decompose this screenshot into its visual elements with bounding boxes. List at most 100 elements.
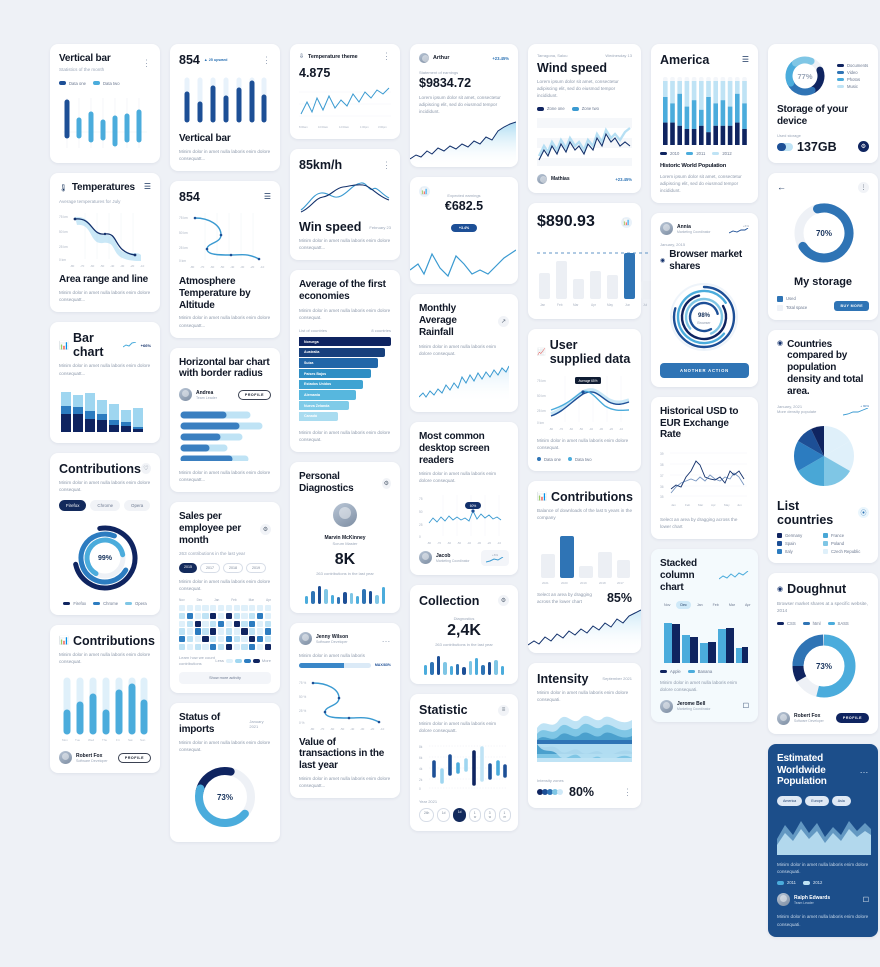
show-more-activity-button[interactable]: Show more activity [179,672,271,685]
heatmap-cell[interactable] [249,620,256,627]
month-tab-mar[interactable]: Mar [725,601,739,609]
heatmap-cell[interactable] [217,620,225,627]
tab-opera[interactable]: Opera [124,499,151,511]
year-chip-2017[interactable]: 2017 [200,562,220,573]
heatmap-cell[interactable] [179,604,186,612]
heatmap-cell[interactable] [233,604,240,612]
month-tab-dec[interactable]: Dec [676,600,691,609]
heatmap-cell[interactable] [179,612,186,619]
heatmap-cell[interactable] [210,612,217,619]
heatmap-cell[interactable] [256,644,264,651]
heatmap-cell[interactable] [202,636,209,643]
heatmap-cell[interactable] [241,612,248,619]
heatmap-cell[interactable] [179,636,186,643]
heatmap-cell[interactable] [210,644,217,651]
share-icon[interactable]: ↗ [498,315,509,327]
heatmap-cell[interactable] [194,636,201,643]
comment-icon[interactable]: ☐ [863,896,869,904]
target-icon[interactable]: ⦿ [858,507,869,519]
heatmap-cell[interactable] [217,628,225,635]
heatmap-cell[interactable] [179,628,186,635]
heatmap-cell[interactable] [225,620,232,627]
overflow-menu-icon[interactable]: … [860,766,870,775]
menu-icon[interactable]: ☰ [144,183,151,191]
another-action-button[interactable]: ANOTHER ACTION [660,362,749,378]
heatmap-cell[interactable] [256,636,264,643]
country-bar[interactable]: Países Bajos [299,369,371,379]
heatmap-cell[interactable] [233,628,240,635]
country-bar[interactable]: Estados Unidos [299,379,364,389]
heatmap-cell[interactable] [264,612,271,619]
gear-icon[interactable]: ⚙ [260,523,271,535]
heatmap-cell[interactable] [202,620,209,627]
heatmap-cell[interactable] [225,628,232,635]
heatmap-cell[interactable] [225,604,232,612]
heatmap-cell[interactable] [264,636,271,643]
overflow-menu-icon[interactable]: ⋮ [858,181,869,193]
year-chip-2015[interactable]: 2015 [179,562,197,573]
range-1d-b[interactable]: 1d [452,808,467,823]
heatmap-cell[interactable] [233,612,240,619]
heatmap-cell[interactable] [186,620,193,627]
heatmap-cell[interactable] [194,604,201,612]
heatmap-cell[interactable] [186,612,193,619]
heatmap-cell[interactable] [225,644,232,651]
heatmap-cell[interactable] [186,636,193,643]
heatmap-cell[interactable] [233,620,240,627]
back-arrow-icon[interactable]: ← [777,182,786,192]
filter-icon[interactable]: ≡ [498,704,509,716]
heatmap-cell[interactable] [194,620,201,627]
range-1d-a[interactable]: 1d [436,808,451,823]
heatmap-cell[interactable] [194,644,201,651]
heatmap-cell[interactable] [179,620,186,627]
country-bar[interactable]: Canadá [299,411,338,422]
heatmap-cell[interactable] [186,628,193,635]
buy-more-button[interactable]: BUY MORE [834,300,869,311]
heatmap-cell[interactable] [233,636,240,643]
range-3w[interactable]: 3 w [483,808,497,823]
heatmap-cell[interactable] [249,636,256,643]
heatmap-cell[interactable] [202,604,209,612]
heatmap-cell[interactable] [249,628,256,635]
profile-button[interactable]: PROFILE [237,389,271,400]
heatmap-cell[interactable] [241,636,248,643]
overflow-menu-icon[interactable]: … [382,634,392,643]
bar-chart-icon[interactable]: 📊 [621,216,632,228]
heatmap-cell[interactable] [186,604,193,612]
heatmap-cell[interactable] [210,620,217,627]
month-tab-apr[interactable]: Apr [741,601,755,609]
heatmap-cell[interactable] [264,644,271,651]
month-tab-jan[interactable]: Jan [693,601,707,609]
heatmap-cell[interactable] [210,604,217,612]
range-1m[interactable]: 1 m [498,808,512,823]
range-24h[interactable]: 24h [419,808,435,823]
month-tab-nov[interactable]: Nov [660,601,674,609]
heatmap-cell[interactable] [241,604,248,612]
tab-firefox[interactable]: Firefox [59,499,87,511]
heatmap-cell[interactable] [217,636,225,643]
heatmap-cell[interactable] [256,620,264,627]
country-bar[interactable]: Alemania [299,390,357,400]
overflow-menu-icon[interactable]: ⋮ [382,160,391,169]
heatmap-cell[interactable] [225,612,232,619]
range-1w[interactable]: 1 w [468,808,482,823]
heatmap-cell[interactable] [249,604,256,612]
tab-america[interactable]: America [777,796,803,807]
heatmap-cell[interactable] [241,628,248,635]
heatmap-cell[interactable] [179,644,186,651]
heatmap-cell[interactable] [217,612,225,619]
profile-button[interactable]: PROFILE [117,752,151,763]
tab-asia[interactable]: Asia [831,796,851,807]
heatmap-cell[interactable] [217,644,225,651]
gear-icon[interactable]: ⚙ [858,141,869,153]
heatmap-cell[interactable] [194,628,201,635]
heatmap-cell[interactable] [202,628,209,635]
tab-chrome[interactable]: Chrome [90,499,121,511]
overflow-menu-icon[interactable]: ⋮ [142,58,151,67]
contribution-heatmap[interactable] [179,604,271,651]
year-chip-2019[interactable]: 2019 [246,562,266,573]
country-bar[interactable]: Suiza [299,358,379,368]
heatmap-cell[interactable] [217,604,225,612]
menu-icon[interactable]: ☰ [742,55,749,63]
heatmap-cell[interactable] [264,604,271,612]
